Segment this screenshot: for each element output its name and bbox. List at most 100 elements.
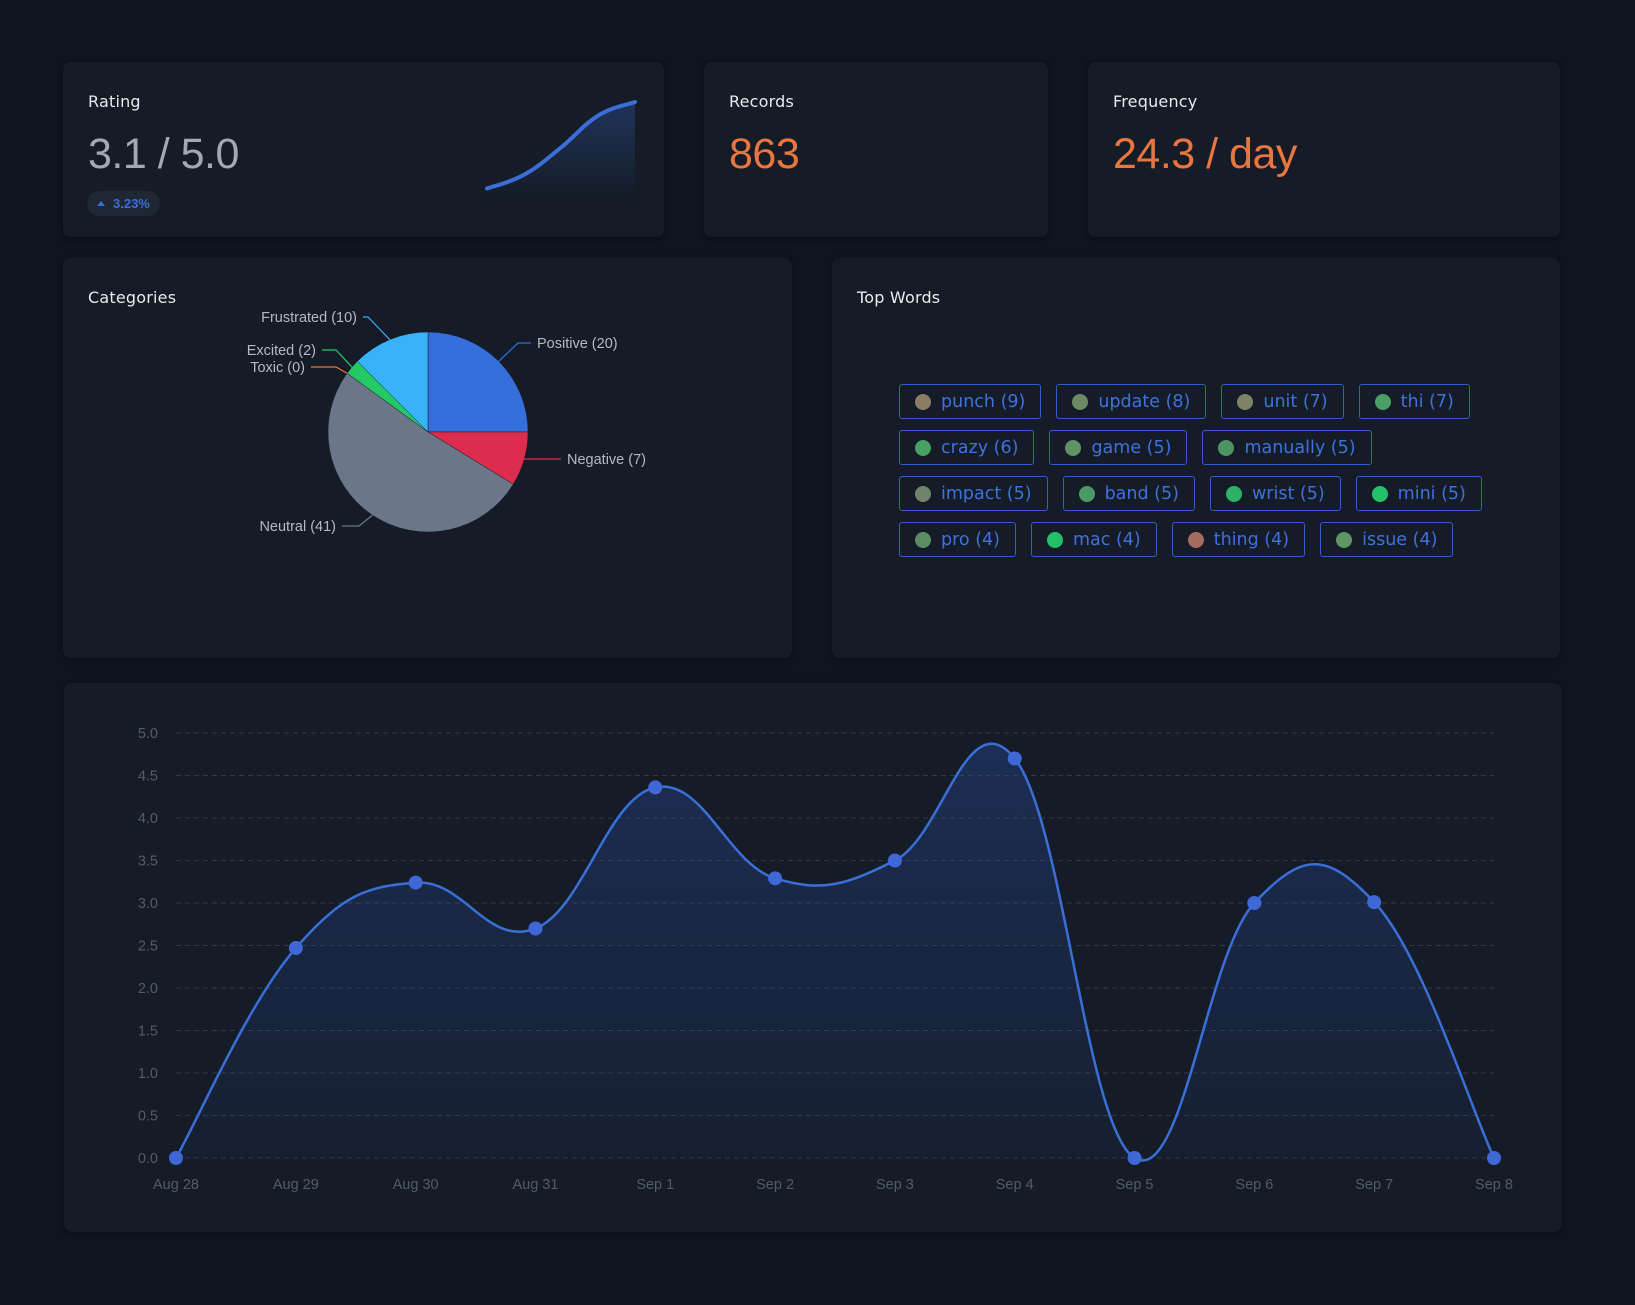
- rating-card: Rating 3.1 / 5.0 3.23%: [63, 62, 664, 237]
- sentiment-dot-icon: [1072, 394, 1088, 410]
- word-tag-label: impact (5): [941, 484, 1032, 504]
- word-tag-label: wrist (5): [1252, 484, 1325, 504]
- word-tag-label: mac (4): [1073, 530, 1141, 550]
- word-tag-label: crazy (6): [941, 438, 1018, 458]
- y-tick-label: 2.0: [138, 981, 158, 997]
- x-tick-label: Sep 5: [1116, 1177, 1154, 1193]
- pie-label-excited: Excited (2): [247, 343, 316, 359]
- word-tag[interactable]: mini (5): [1356, 476, 1482, 511]
- word-tag[interactable]: thi (7): [1359, 384, 1470, 419]
- y-tick-label: 4.0: [138, 811, 158, 827]
- sentiment-dot-icon: [1226, 486, 1242, 502]
- word-tag-label: band (5): [1105, 484, 1179, 504]
- frequency-title: Frequency: [1113, 92, 1197, 111]
- top-words-tag-list: punch (9) update (8) unit (7) thi (7) crazy …: [899, 384, 1519, 557]
- data-point-sep-4[interactable]: [1008, 752, 1022, 766]
- x-tick-label: Aug 28: [153, 1177, 199, 1193]
- rating-trend-card: 0.0 0.5 1.0 1.5 2.0 2.5 3.0 3.5 4.0 4.5 5.0 Aug 28…: [64, 683, 1562, 1232]
- data-point-sep-6[interactable]: [1247, 896, 1261, 910]
- word-tag-label: punch (9): [941, 392, 1025, 412]
- x-tick-label: Sep 1: [636, 1177, 674, 1193]
- pie-label-positive: Positive (20): [537, 336, 618, 352]
- word-tag[interactable]: game (5): [1049, 430, 1187, 465]
- y-tick-label: 1.5: [138, 1024, 158, 1040]
- y-tick-label: 3.5: [138, 854, 158, 870]
- sentiment-dot-icon: [1079, 486, 1095, 502]
- sentiment-dot-icon: [1065, 440, 1081, 456]
- records-card: Records 863: [704, 62, 1048, 237]
- sentiment-dot-icon: [1336, 532, 1352, 548]
- sentiment-dot-icon: [1188, 532, 1204, 548]
- word-tag[interactable]: manually (5): [1202, 430, 1371, 465]
- records-value: 863: [729, 130, 799, 179]
- sentiment-dot-icon: [1375, 394, 1391, 410]
- x-tick-label: Aug 31: [512, 1177, 558, 1193]
- data-point-sep-5[interactable]: [1128, 1151, 1142, 1165]
- x-tick-label: Sep 8: [1475, 1177, 1513, 1193]
- sentiment-dot-icon: [1047, 532, 1063, 548]
- sentiment-dot-icon: [915, 532, 931, 548]
- pie-leader-line-excited: [322, 350, 352, 367]
- word-tag[interactable]: wrist (5): [1210, 476, 1341, 511]
- sentiment-dot-icon: [915, 486, 931, 502]
- trend-area-fill: [176, 744, 1494, 1161]
- data-point-aug-28[interactable]: [169, 1151, 183, 1165]
- y-tick-label: 1.0: [138, 1066, 158, 1082]
- word-tag[interactable]: update (8): [1056, 384, 1206, 419]
- y-tick-label: 0.5: [138, 1109, 158, 1125]
- x-tick-label: Aug 29: [273, 1177, 319, 1193]
- data-point-sep-7[interactable]: [1367, 895, 1381, 909]
- pie-label-negative: Negative (7): [567, 452, 646, 468]
- data-point-aug-30[interactable]: [409, 876, 423, 890]
- rating-change-badge: 3.23%: [87, 191, 160, 216]
- word-tag-label: game (5): [1091, 438, 1171, 458]
- x-tick-label: Sep 2: [756, 1177, 794, 1193]
- word-tag-label: thi (7): [1401, 392, 1454, 412]
- rating-change-value: 3.23%: [113, 196, 150, 211]
- frequency-card: Frequency 24.3 / day: [1088, 62, 1560, 237]
- pie-label-toxic: Toxic (0): [250, 360, 305, 376]
- y-tick-label: 0.0: [138, 1151, 158, 1167]
- categories-card: Categories Positive (20)Negative (7)Neut…: [63, 258, 792, 658]
- data-point-sep-3[interactable]: [888, 854, 902, 868]
- y-tick-label: 4.5: [138, 769, 158, 785]
- y-tick-label: 3.0: [138, 896, 158, 912]
- data-point-aug-31[interactable]: [528, 922, 542, 936]
- records-title: Records: [729, 92, 794, 111]
- word-tag-label: update (8): [1098, 392, 1190, 412]
- word-tag[interactable]: unit (7): [1221, 384, 1343, 419]
- word-tag[interactable]: issue (4): [1320, 522, 1453, 557]
- arrow-up-icon: [97, 201, 105, 206]
- word-tag[interactable]: pro (4): [899, 522, 1016, 557]
- rating-trend-chart: 0.0 0.5 1.0 1.5 2.0 2.5 3.0 3.5 4.0 4.5 5.0 Aug 28…: [64, 683, 1562, 1232]
- word-tag[interactable]: impact (5): [899, 476, 1048, 511]
- data-point-sep-2[interactable]: [768, 871, 782, 885]
- word-tag[interactable]: band (5): [1063, 476, 1195, 511]
- pie-leader-line-toxic: [311, 367, 347, 373]
- x-tick-label: Sep 4: [996, 1177, 1034, 1193]
- word-tag-label: unit (7): [1263, 392, 1327, 412]
- rating-value: 3.1 / 5.0: [88, 130, 239, 179]
- pie-label-neutral: Neutral (41): [259, 519, 336, 535]
- y-tick-label: 5.0: [138, 726, 158, 742]
- pie-leader-line-neutral: [342, 515, 372, 526]
- rating-title: Rating: [88, 92, 141, 111]
- rating-sparkline: [483, 92, 643, 202]
- sentiment-dot-icon: [1237, 394, 1253, 410]
- data-point-sep-1[interactable]: [648, 780, 662, 794]
- word-tag[interactable]: crazy (6): [899, 430, 1034, 465]
- frequency-value: 24.3 / day: [1113, 130, 1297, 179]
- word-tag[interactable]: mac (4): [1031, 522, 1157, 557]
- pie-label-frustrated: Frustrated (10): [261, 310, 357, 326]
- x-tick-label: Sep 3: [876, 1177, 914, 1193]
- data-point-aug-29[interactable]: [289, 941, 303, 955]
- y-tick-label: 2.5: [138, 939, 158, 955]
- x-tick-label: Sep 7: [1355, 1177, 1393, 1193]
- sentiment-dot-icon: [915, 440, 931, 456]
- word-tag[interactable]: thing (4): [1172, 522, 1305, 557]
- data-point-sep-8[interactable]: [1487, 1151, 1501, 1165]
- sentiment-dot-icon: [1372, 486, 1388, 502]
- sentiment-dot-icon: [1218, 440, 1234, 456]
- pie-leader-line-positive: [499, 343, 531, 361]
- word-tag[interactable]: punch (9): [899, 384, 1041, 419]
